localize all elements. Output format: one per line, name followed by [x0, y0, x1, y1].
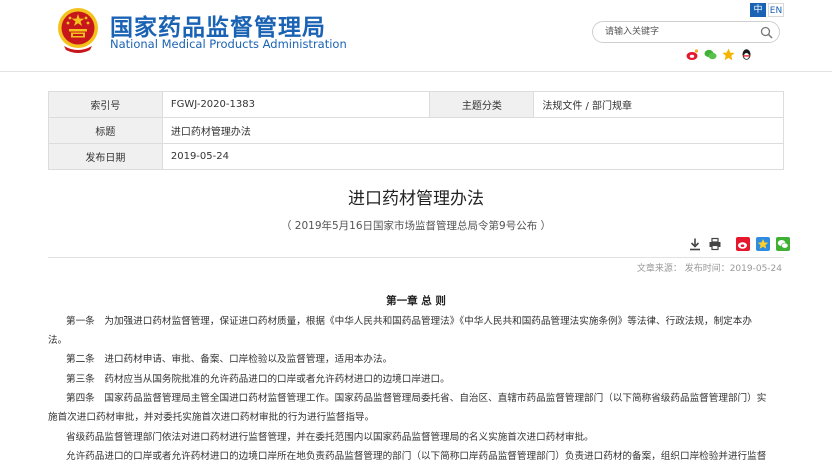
index-value: FGWJ-2020-1383	[161, 91, 431, 118]
paragraph: 施首次进口药材审批，并对委托实施首次进口药材审批的行为进行监督指导。	[48, 412, 375, 423]
table-row: 发布日期 2019-05-24	[48, 143, 785, 170]
weibo-icon[interactable]	[736, 237, 750, 251]
document-meta: 文章来源： 发布时间：2019-05-24	[636, 264, 782, 274]
paragraph: 允许药品进口的口岸或者允许药材进口的边境口岸所在地负责药品监督管理的部门（以下简…	[66, 451, 767, 462]
wechat-icon[interactable]	[704, 48, 717, 61]
document-toolbar	[688, 236, 790, 252]
paragraph: 法。	[48, 335, 68, 346]
qzone-icon[interactable]	[722, 48, 735, 61]
site-subtitle: National Medical Products Administration	[110, 37, 347, 51]
document-subtitle: （ 2019年5月16日国家市场监督管理总局令第9号公布 ）	[280, 220, 552, 232]
category-value: 法规文件 / 部门规章	[533, 91, 784, 118]
table-row: 索引号 FGWJ-2020-1383 主题分类 法规文件 / 部门规章	[48, 91, 784, 118]
paragraph: 第三条 药材应当从国务院批准的允许药品进口的口岸或者允许药材进口的边境口岸进口。	[66, 374, 450, 385]
header-share-bar	[686, 46, 753, 62]
index-label: 索引号	[48, 91, 163, 118]
wechat-icon[interactable]	[776, 237, 790, 251]
weibo-icon[interactable]	[686, 48, 699, 61]
paragraph: 省级药品监督管理部门依法对进口药材进行监督管理，并在委托范围内以国家药品监督管理…	[66, 432, 594, 443]
title-label: 标题	[48, 117, 163, 144]
chapter-heading: 第一章 总 则	[386, 295, 446, 307]
paragraph: 第四条 国家药品监督管理局主管全国进口药材监督管理工作。国家药品监督管理局委托省…	[66, 393, 767, 404]
table-row: 标题 进口药材管理办法	[48, 117, 785, 144]
date-value: 2019-05-24	[161, 143, 785, 170]
document-info-table: 索引号 FGWJ-2020-1383 主题分类 法规文件 / 部门规章 标题 进…	[48, 91, 785, 170]
paragraph: 第一条 为加强进口药材监督管理，保证进口药材质量，根据《中华人民共和国药品管理法…	[66, 316, 752, 327]
site-header: 国家药品监督管理局 National Medical Products Admi…	[0, 0, 832, 72]
national-emblem-icon[interactable]	[56, 6, 100, 54]
divider	[48, 257, 784, 258]
title-value: 进口药材管理办法	[161, 117, 785, 144]
search-input[interactable]	[605, 25, 755, 39]
paragraph: 第二条 进口药材申请、审批、备案、口岸检验以及监督管理，适用本办法。	[66, 354, 393, 365]
qq-icon[interactable]	[740, 48, 753, 61]
document-title: 进口药材管理办法	[348, 189, 484, 209]
lang-cn-link[interactable]: 中	[750, 3, 766, 17]
search-box	[592, 21, 780, 43]
qzone-icon[interactable]	[756, 237, 770, 251]
print-icon[interactable]	[708, 237, 722, 251]
category-label: 主题分类	[429, 91, 535, 118]
date-label: 发布日期	[48, 143, 163, 170]
lang-en-link[interactable]: EN	[768, 3, 784, 17]
download-icon[interactable]	[688, 237, 702, 251]
search-icon[interactable]	[760, 26, 773, 39]
